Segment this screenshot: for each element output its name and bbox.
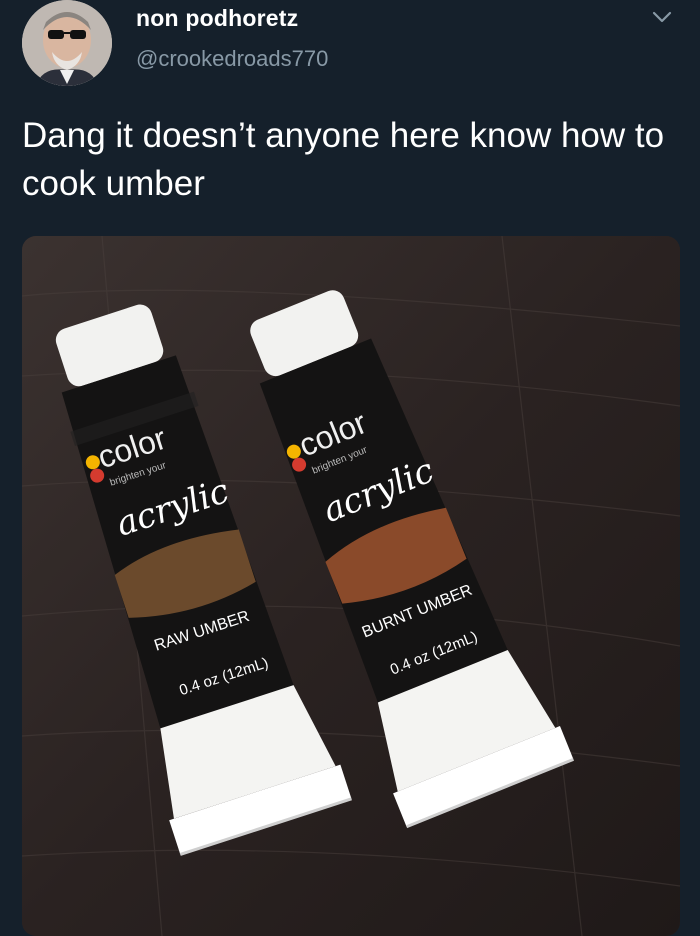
chevron-down-icon[interactable] (650, 8, 674, 26)
tweet-photo[interactable]: color brighten your acrylic RAW UMBER 0.… (22, 236, 680, 936)
author-display-name[interactable]: non podhoretz (136, 5, 298, 32)
author-handle[interactable]: @crookedroads770 (136, 46, 328, 72)
tweet-text: Dang it doesn’t anyone here know how to … (22, 116, 665, 203)
avatar[interactable] (22, 0, 112, 86)
